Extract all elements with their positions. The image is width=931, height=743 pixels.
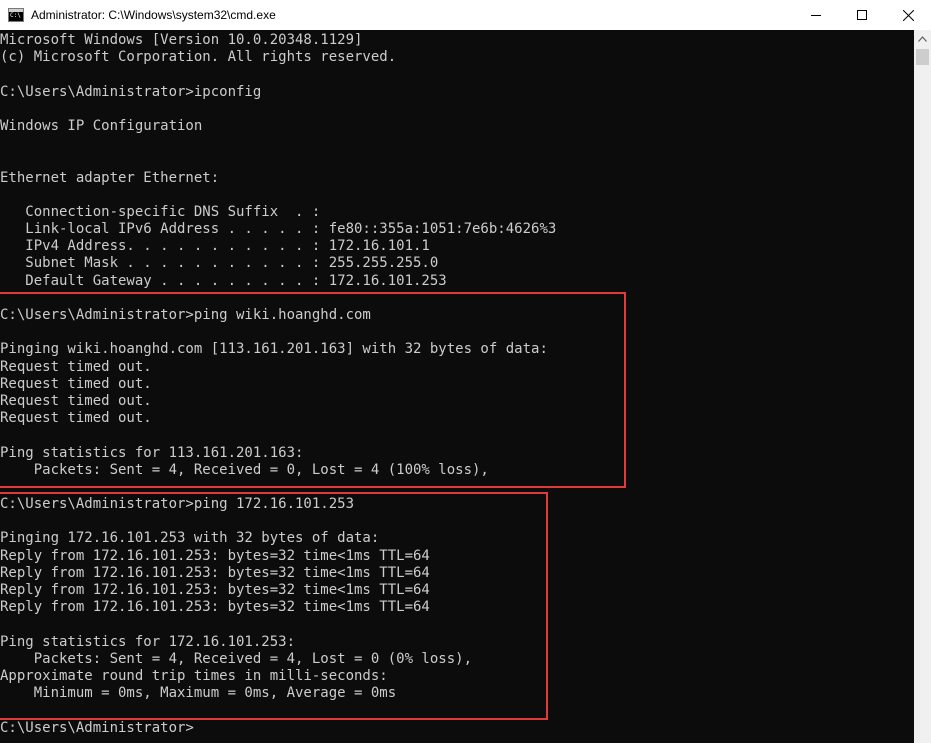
console-line: C:\Users\Administrator>	[0, 719, 194, 736]
console-line: Request timed out.	[0, 410, 152, 427]
maximize-icon	[857, 10, 867, 20]
console-line: Connection-specific DNS Suffix . :	[0, 203, 321, 220]
window-title: Administrator: C:\Windows\system32\cmd.e…	[31, 8, 276, 22]
console-line: Request timed out.	[0, 358, 152, 375]
console-line: Reply from 172.16.101.253: bytes=32 time…	[0, 599, 430, 616]
console-line: Pinging 172.16.101.253 with 32 bytes of …	[0, 530, 380, 547]
console-text: Microsoft Windows [Version 10.0.20348.11…	[0, 30, 914, 737]
scroll-up-button[interactable]	[914, 30, 931, 47]
chevron-up-icon	[918, 35, 927, 42]
console-line: Pinging wiki.hoanghd.com [113.161.201.16…	[0, 341, 548, 358]
console-line: Request timed out.	[0, 392, 152, 409]
cmd-window: Administrator: C:\Windows\system32\cmd.e…	[0, 0, 931, 743]
console-line: Default Gateway . . . . . . . . . : 172.…	[0, 272, 447, 289]
console-line: Windows IP Configuration	[0, 117, 203, 134]
console-line: IPv4 Address. . . . . . . . . . . : 172.…	[0, 238, 430, 255]
vertical-scrollbar[interactable]	[914, 30, 931, 743]
console-line: Subnet Mask . . . . . . . . . . . : 255.…	[0, 255, 439, 272]
console-line: Reply from 172.16.101.253: bytes=32 time…	[0, 564, 430, 581]
console-line: Minimum = 0ms, Maximum = 0ms, Average = …	[0, 685, 397, 702]
console-line: Ping statistics for 113.161.201.163:	[0, 444, 304, 461]
console-line: Request timed out.	[0, 375, 152, 392]
console-line: Approximate round trip times in milli-se…	[0, 667, 388, 684]
console-line: C:\Users\Administrator>ping 172.16.101.2…	[0, 496, 355, 513]
close-icon	[902, 9, 914, 21]
cmd-icon	[8, 8, 24, 22]
console-line: Ethernet adapter Ethernet:	[0, 169, 220, 186]
console-line: Reply from 172.16.101.253: bytes=32 time…	[0, 547, 430, 564]
minimize-button[interactable]	[793, 0, 839, 30]
console-line: C:\Users\Administrator>ipconfig	[0, 83, 262, 100]
console-output[interactable]: Microsoft Windows [Version 10.0.20348.11…	[0, 30, 914, 743]
console-line: Link-local IPv6 Address . . . . . : fe80…	[0, 221, 557, 238]
title-bar[interactable]: Administrator: C:\Windows\system32\cmd.e…	[0, 0, 931, 30]
console-line: Ping statistics for 172.16.101.253:	[0, 633, 296, 650]
console-line: Packets: Sent = 4, Received = 0, Lost = …	[0, 461, 489, 478]
minimize-icon	[811, 15, 821, 16]
window-controls	[793, 0, 931, 30]
console-line: (c) Microsoft Corporation. All rights re…	[0, 49, 397, 66]
console-line: Packets: Sent = 4, Received = 4, Lost = …	[0, 650, 473, 667]
console-line: Reply from 172.16.101.253: bytes=32 time…	[0, 582, 430, 598]
scroll-thumb[interactable]	[916, 49, 929, 65]
maximize-button[interactable]	[839, 0, 885, 30]
console-line: Microsoft Windows [Version 10.0.20348.11…	[0, 32, 363, 48]
console-line: C:\Users\Administrator>ping wiki.hoanghd…	[0, 307, 371, 323]
close-button[interactable]	[885, 0, 931, 30]
